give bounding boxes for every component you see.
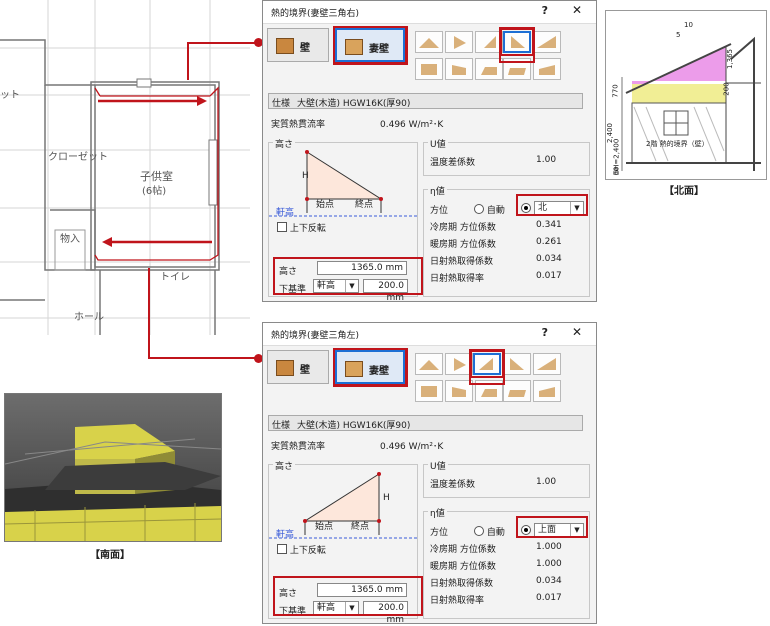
- highlight-shape: [469, 349, 505, 385]
- shape-trapezoid-3[interactable]: [503, 380, 531, 402]
- shape-trapezoid-4[interactable]: [533, 58, 561, 80]
- dim-10: 10: [684, 21, 693, 29]
- highlight-direction: [516, 516, 588, 538]
- shape-triangle-right[interactable]: [503, 353, 531, 375]
- spec-button[interactable]: 仕様 大壁(木造) HGW16K(厚90): [268, 93, 583, 109]
- floor-label: 2階 熱的境界（壁）: [646, 140, 709, 148]
- north-caption: 【北面】: [664, 186, 704, 197]
- highlight-gable-tab: [333, 26, 408, 65]
- dialog-title: 熱的境界(妻壁三角左): [271, 331, 360, 341]
- close-button[interactable]: ✕: [572, 3, 582, 17]
- plan-label-closet: クローゼット: [48, 152, 108, 163]
- flip-checkbox[interactable]: 上下反転: [277, 221, 326, 234]
- u-group: U値 温度差係数 1.00: [423, 137, 590, 176]
- wall-icon: [276, 38, 294, 54]
- dim-1365: 1,365: [726, 48, 735, 70]
- shape-rectangle[interactable]: [415, 380, 443, 402]
- highlight-height: [273, 576, 423, 616]
- south-caption: 【南面】: [90, 550, 130, 561]
- heat-label: 実質熱貫流率: [271, 442, 326, 452]
- auto-radio[interactable]: 自動: [474, 525, 505, 538]
- wall-tab-button[interactable]: 壁: [267, 350, 329, 384]
- highlight-height: [273, 257, 423, 295]
- floor-plan: ット クローゼット 子供室 (6帖) 物入 トイレ ホール: [0, 0, 250, 335]
- end-label: 終点: [355, 200, 374, 210]
- connector-top-horizontal: [187, 42, 257, 44]
- shape-triangle-center[interactable]: [415, 353, 443, 375]
- help-button[interactable]: ?: [542, 4, 548, 17]
- title-bar: 熱的境界(妻壁三角左) ? ✕: [263, 323, 596, 346]
- spec-button[interactable]: 仕様 大壁(木造) HGW16K(厚90): [268, 415, 583, 431]
- heat-label: 実質熱貫流率: [271, 120, 326, 130]
- north-elevation: 10 5 1,365 200 770 2,400 30 GH=2,400 2階 …: [605, 10, 767, 180]
- spec-section: 仕様 大壁(木造) HGW16K(厚90) 実質熱貫流率 0.496 W/m²･…: [268, 93, 588, 137]
- close-button[interactable]: ✕: [572, 325, 582, 339]
- spec-section: 仕様 大壁(木造) HGW16K(厚90) 実質熱貫流率 0.496 W/m²･…: [268, 415, 588, 459]
- shape-rectangle[interactable]: [415, 58, 443, 80]
- h-label: H: [302, 171, 309, 181]
- dim-770: 770: [611, 84, 620, 98]
- shape-trapezoid-1[interactable]: [445, 58, 473, 80]
- flip-checkbox[interactable]: 上下反転: [277, 543, 326, 556]
- dim-200: 200: [722, 82, 731, 96]
- plan-label-kids-size: (6帖): [142, 186, 167, 197]
- south-3d-view: [4, 393, 222, 542]
- heat-value: 0.496 W/m²･K: [380, 120, 444, 130]
- connector-bottom-vertical: [148, 268, 150, 358]
- auto-radio[interactable]: 自動: [474, 203, 505, 216]
- highlight-gable-tab: [333, 348, 408, 387]
- shape-trapezoid-4[interactable]: [533, 380, 561, 402]
- highlight-shape: [499, 27, 535, 63]
- start-label: 始点: [315, 522, 334, 532]
- shape-triangle-right-pointing[interactable]: [445, 31, 473, 53]
- help-button[interactable]: ?: [542, 326, 548, 339]
- heat-value: 0.496 W/m²･K: [380, 442, 444, 452]
- plan-label-hall: ホール: [74, 312, 104, 323]
- shape-triangle-left[interactable]: [533, 353, 561, 375]
- gh-label: GH=2,400: [612, 138, 621, 176]
- plan-label-tsuto: ット: [0, 90, 20, 101]
- highlight-direction: [516, 194, 588, 216]
- wall-tab-button[interactable]: 壁: [267, 28, 329, 62]
- wall-icon: [276, 360, 294, 376]
- plan-label-storage: 物入: [60, 234, 80, 245]
- end-label: 終点: [351, 522, 370, 532]
- u-group: U値 温度差係数 1.00: [423, 459, 590, 498]
- eave-label: 軒高: [276, 208, 295, 218]
- connector-bottom-horizontal: [148, 357, 258, 359]
- dialog-gable-right: 熱的境界(妻壁三角右) ? ✕ 壁 妻壁 仕様 大壁(木造) HGW16K(厚9…: [262, 0, 597, 303]
- plan-label-toilet: トイレ: [160, 272, 190, 283]
- title-bar: 熱的境界(妻壁三角右) ? ✕: [263, 1, 596, 24]
- shape-triangle-center[interactable]: [415, 31, 443, 53]
- dialog-gable-left: 熱的境界(妻壁三角左) ? ✕ 壁 妻壁 仕様 大壁(木造) HGW16K(厚9…: [262, 322, 597, 625]
- connector-top-vertical: [187, 42, 189, 80]
- dialog-title: 熱的境界(妻壁三角右): [271, 9, 360, 19]
- start-label: 始点: [316, 200, 335, 210]
- eave-label: 軒高: [276, 530, 295, 540]
- shape-triangle-left[interactable]: [533, 31, 561, 53]
- dim-5: 5: [676, 31, 681, 39]
- h-label: H: [383, 493, 390, 503]
